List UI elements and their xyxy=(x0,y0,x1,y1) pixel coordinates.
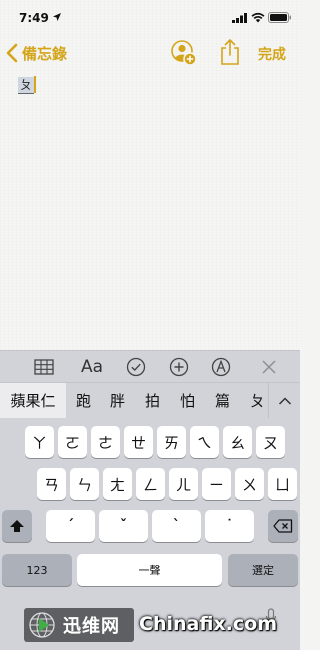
delete-key[interactable] xyxy=(268,510,298,542)
checklist-button[interactable] xyxy=(125,356,147,378)
candidate-bar: 蘋果仁 跑 胖 拍 怕 篇 ㄆ xyxy=(0,382,300,418)
backspace-icon xyxy=(273,519,293,533)
tone-key[interactable]: ˙ xyxy=(205,510,254,542)
key-zhuyin[interactable]: ㄝ xyxy=(124,426,153,458)
tone-key[interactable]: ˊ xyxy=(46,510,95,542)
table-icon xyxy=(34,359,54,375)
format-toolbar: Aa xyxy=(0,350,300,382)
close-icon xyxy=(262,360,276,374)
key-zhuyin[interactable]: ㄢ xyxy=(37,468,66,500)
plus-circle-icon xyxy=(169,357,189,377)
checkmark-circle-icon xyxy=(126,357,146,377)
key-zhuyin[interactable]: ㄜ xyxy=(91,426,120,458)
candidate-item[interactable]: ㄆ xyxy=(250,383,265,418)
key-zhuyin[interactable]: ㄤ xyxy=(103,468,132,500)
space-key[interactable]: 一聲 xyxy=(77,554,222,586)
chevron-up-icon xyxy=(278,396,291,405)
tone-key[interactable]: ˇ xyxy=(99,510,148,542)
insert-button[interactable] xyxy=(168,356,190,378)
key-zhuyin[interactable]: ㄟ xyxy=(190,426,219,458)
candidate-item[interactable]: 跑 xyxy=(76,383,91,418)
done-button[interactable]: 完成 xyxy=(258,44,286,64)
expand-candidates-button[interactable] xyxy=(268,383,300,418)
chevron-left-icon xyxy=(6,43,18,63)
back-button[interactable]: 備忘錄 xyxy=(6,40,67,66)
candidate-item[interactable]: 篇 xyxy=(215,383,230,418)
add-person-icon[interactable] xyxy=(170,39,198,67)
key-zhuyin[interactable]: ㄦ xyxy=(169,468,198,500)
key-zhuyin[interactable]: ㄧ xyxy=(202,468,231,500)
battery-icon xyxy=(268,12,291,23)
markup-button[interactable] xyxy=(210,356,232,378)
share-icon[interactable] xyxy=(219,38,241,66)
text-caret xyxy=(34,76,36,93)
back-label: 備忘錄 xyxy=(22,44,68,63)
key-zhuyin[interactable]: ㄣ xyxy=(70,468,99,500)
key-zhuyin[interactable]: ㄩ xyxy=(268,468,297,500)
key-zhuyin[interactable]: ㄞ xyxy=(157,426,186,458)
candidate-item[interactable]: 蘋果仁 xyxy=(0,383,66,418)
close-toolbar-button[interactable] xyxy=(258,356,280,378)
numbers-key[interactable]: 123 xyxy=(2,554,72,586)
signal-icon xyxy=(232,13,247,23)
candidate-item[interactable]: 怕 xyxy=(180,383,195,418)
key-zhuyin[interactable]: ㄚ xyxy=(25,426,54,458)
table-button[interactable] xyxy=(33,356,55,378)
shift-arrow-icon xyxy=(10,520,24,532)
note-text-marked[interactable]: ㄆ xyxy=(18,77,35,94)
key-zhuyin[interactable]: ㄠ xyxy=(223,426,252,458)
text-style-button[interactable]: Aa xyxy=(80,356,104,378)
text-style-icon: Aa xyxy=(80,357,104,377)
zhuyin-keyboard: ㄚ ㄛ ㄜ ㄝ ㄞ ㄟ ㄠ ㄡ ㄢ ㄣ ㄤ ㄥ ㄦ ㄧ ㄨ ㄩ ˊ ˇ ˋ ˙ … xyxy=(0,418,300,650)
microphone-icon[interactable] xyxy=(265,608,277,626)
status-bar: 7:49 xyxy=(0,0,300,34)
shift-key[interactable] xyxy=(2,510,32,542)
key-zhuyin[interactable]: ㄥ xyxy=(136,468,165,500)
key-zhuyin[interactable]: ㄡ xyxy=(256,426,285,458)
key-zhuyin[interactable]: ㄛ xyxy=(58,426,87,458)
nav-bar: 備忘錄 完成 xyxy=(0,36,300,70)
candidate-item[interactable]: 拍 xyxy=(145,383,160,418)
wifi-icon xyxy=(251,12,265,23)
candidate-item[interactable]: 胖 xyxy=(110,383,125,418)
tone-key[interactable]: ˋ xyxy=(152,510,201,542)
pen-markup-icon xyxy=(211,357,231,377)
key-zhuyin[interactable]: ㄨ xyxy=(235,468,264,500)
select-key[interactable]: 選定 xyxy=(228,554,298,586)
location-arrow-icon xyxy=(53,13,61,21)
status-time: 7:49 xyxy=(19,11,49,25)
